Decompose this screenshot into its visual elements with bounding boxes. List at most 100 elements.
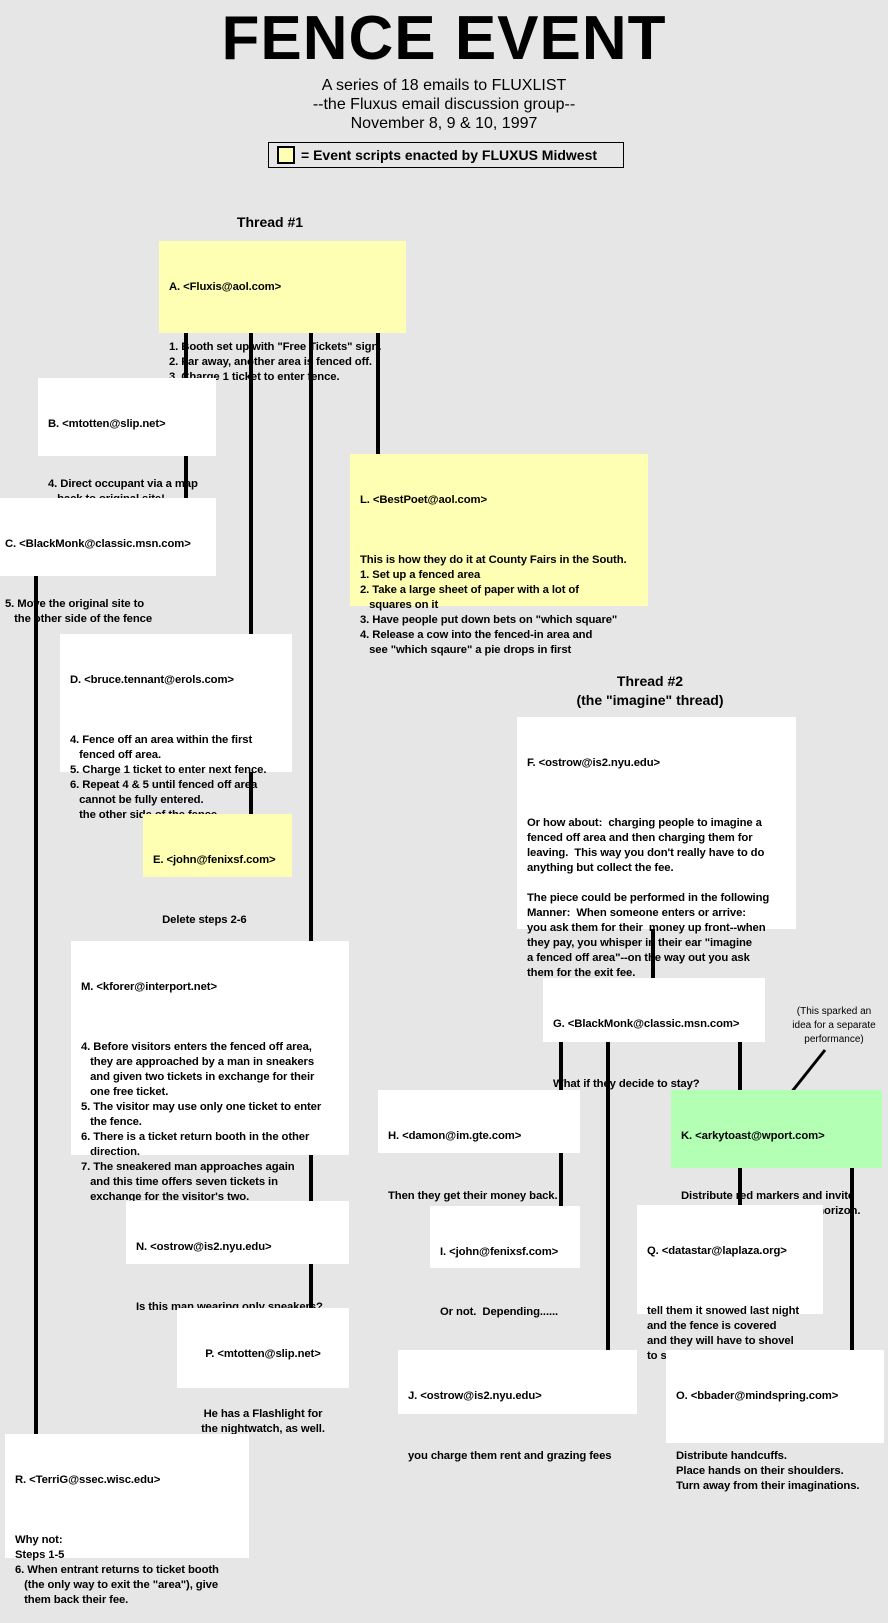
email-body-line: 6. There is a ticket return booth in the… — [81, 1131, 310, 1143]
thread-2-title: Thread #2 — [616, 673, 684, 689]
email-body-line: The piece could be performed in the foll… — [527, 892, 770, 904]
email-d: D. <bruce.tennant@erols.com> 4. Fence of… — [60, 634, 292, 821]
thread-2-heading: Thread #2 (the "imagine" thread) — [550, 672, 750, 710]
email-sender: K. <arkytoast@wport.com> — [681, 1130, 825, 1142]
email-body-line: 5. Move the original site to — [5, 598, 145, 610]
email-sender: M. <kforer@interport.net> — [81, 981, 217, 993]
email-h: H. <damon@im.gte.com> Then they get thei… — [378, 1090, 580, 1202]
email-body: This is how they do it at County Fairs i… — [360, 553, 638, 658]
email-body-line: 4. Fence off an area within the first — [70, 734, 253, 746]
thread-1-title: Thread #1 — [236, 214, 304, 230]
email-body-line: see "which sqaure" a pie drops in first — [360, 644, 572, 656]
email-sender: R. <TerriG@ssec.wisc.edu> — [15, 1474, 161, 1486]
email-body: 5. Move the original site to the other s… — [5, 597, 206, 627]
email-body: Or how about: charging people to imagine… — [527, 816, 786, 981]
subtitle-line: A series of 18 emails to FLUXLIST — [321, 77, 567, 94]
email-j: J. <ostrow@is2.nyu.edu> you charge them … — [398, 1350, 637, 1462]
legend-swatch — [277, 146, 295, 164]
email-sender: N. <ostrow@is2.nyu.edu> — [136, 1241, 272, 1253]
email-f: F. <ostrow@is2.nyu.edu> Or how about: ch… — [517, 717, 796, 979]
email-sender: I. <john@fenixsf.com> — [440, 1246, 559, 1258]
email-sender: F. <ostrow@is2.nyu.edu> — [527, 757, 661, 769]
email-p: P. <mtotten@slip.net> He has a Flashligh… — [177, 1308, 349, 1435]
annotation-note: (This sparked an idea for a separate per… — [784, 1005, 884, 1047]
note-line: performance) — [804, 1034, 864, 1045]
email-body-line: 7. The sneakered man approaches again — [81, 1161, 295, 1173]
email-r: R. <TerriG@ssec.wisc.edu> Why not: Steps … — [5, 1434, 249, 1606]
email-o: O. <bbader@mindspring.com> Distribute ha… — [666, 1350, 884, 1492]
email-i: I. <john@fenixsf.com> Or not. Depending.… — [430, 1206, 580, 1318]
connector-c-r — [34, 569, 38, 1439]
email-body-line: 1. Set up a fenced area — [360, 569, 481, 581]
email-body: Distribute handcuffs. Place hands on thei… — [676, 1449, 874, 1494]
email-sender: H. <damon@im.gte.com> — [388, 1130, 522, 1142]
email-sender: Q. <datastar@laplaza.org> — [647, 1245, 787, 1257]
email-body-line: Delete steps 2-6 — [153, 914, 247, 926]
email-body-line: the other side of the fence — [5, 613, 153, 625]
email-body-line: 3. Have people put down bets on "which s… — [360, 614, 618, 626]
page-title: FENCE EVENT — [221, 4, 667, 73]
email-body-line: 4. Release a cow into the fenced-in area… — [360, 629, 593, 641]
email-body-line: a fenced off area"--on the way out you a… — [527, 952, 750, 964]
subtitle-line: November 8, 9 & 10, 1997 — [350, 115, 538, 132]
email-k: K. <arkytoast@wport.com> Distribute red … — [671, 1090, 882, 1217]
email-body-line: 5. Charge 1 ticket to enter next fence. — [70, 764, 267, 776]
email-body-line: them back their fee. — [15, 1594, 129, 1606]
email-b: B. <mtotten@slip.net> 4. Direct occupant… — [38, 378, 216, 505]
email-body-line: and given two tickets in exchange for th… — [81, 1071, 315, 1083]
email-body: Why not: Steps 1-5 6. When entrant returns… — [15, 1533, 239, 1608]
email-body-line: Distribute handcuffs. — [676, 1450, 787, 1462]
email-q: Q. <datastar@laplaza.org> tell them it s… — [637, 1205, 823, 1362]
email-body: 4. Fence off an area within the first fe… — [70, 733, 282, 823]
email-body: 4. Before visitors enters the fenced off… — [81, 1040, 339, 1205]
email-g: G. <BlackMonk@classic.msn.com> What if t… — [543, 978, 765, 1090]
email-sender: L. <BestPoet@aol.com> — [360, 494, 487, 506]
email-body-line: you ask them for their money up front--w… — [527, 922, 766, 934]
email-sender: P. <mtotten@slip.net> — [205, 1348, 321, 1360]
email-sender: C. <BlackMonk@classic.msn.com> — [5, 538, 191, 550]
subtitle-line: --the Fluxus email discussion group-- — [312, 96, 576, 113]
email-body-line: (the only way to exit the "area"), give — [15, 1579, 219, 1591]
email-body: you charge them rent and grazing fees — [408, 1449, 627, 1464]
connector-a-m — [309, 326, 313, 946]
email-body-line: the fence. — [81, 1116, 142, 1128]
email-body-line: and the fence is covered — [647, 1320, 777, 1332]
subtitle: A series of 18 emails to FLUXLIST --the … — [0, 76, 888, 133]
email-body-line: direction. — [81, 1146, 140, 1158]
email-body-line: they are approached by a man in sneakers — [81, 1056, 315, 1068]
email-body-line: Why not: — [15, 1534, 63, 1546]
email-sender: O. <bbader@mindspring.com> — [676, 1390, 839, 1402]
email-n: N. <ostrow@is2.nyu.edu> Is this man wear… — [126, 1201, 349, 1313]
email-sender: D. <bruce.tennant@erols.com> — [70, 674, 234, 686]
email-body-line: Then they get their money back. — [388, 1190, 558, 1202]
email-l: L. <BestPoet@aol.com> This is how they d… — [350, 454, 648, 656]
email-body-line: Turn away from their imaginations. — [676, 1480, 860, 1492]
email-body-line: fenced off area and then charging them f… — [527, 832, 753, 844]
email-body-line: 4. Direct occupant via a map — [48, 478, 198, 490]
email-body-line: Or how about: charging people to imagine… — [527, 817, 762, 829]
email-body-line: squares on it — [360, 599, 439, 611]
email-body-line: Place hands on their shoulders. — [676, 1465, 844, 1477]
email-body-line: 4. Before visitors enters the fenced off… — [81, 1041, 312, 1053]
email-body-line: one free ticket. — [81, 1086, 169, 1098]
email-body: Then they get their money back. — [388, 1189, 570, 1204]
email-sender: E. <john@fenixsf.com> — [153, 854, 276, 866]
email-body-line: Manner: When someone enters or arrive: — [527, 907, 746, 919]
email-body-line: Distribute red markers and invite — [681, 1190, 855, 1202]
email-sender: A. <Fluxis@aol.com> — [169, 281, 282, 293]
note-line: (This sparked an — [796, 1006, 872, 1017]
note-pointer-line — [788, 1049, 827, 1095]
email-body-line: 2. Take a large sheet of paper with a lo… — [360, 584, 579, 596]
email-e: E. <john@fenixsf.com> Delete steps 2-6 — [143, 814, 292, 926]
email-body: He has a Flashlight for the nightwatch, a… — [187, 1407, 339, 1437]
email-c: C. <BlackMonk@classic.msn.com> 5. Move t… — [0, 498, 216, 625]
email-body-line: cannot be fully entered. — [70, 794, 204, 806]
email-body-line: 2. Far away, another area is fenced off. — [169, 356, 372, 368]
note-line: idea for a separate — [792, 1020, 876, 1031]
email-body-line: and they will have to shovel — [647, 1335, 794, 1347]
thread-2-subtitle: (the "imagine" thread) — [576, 692, 724, 708]
email-body-line: and this time offers seven tickets in — [81, 1176, 278, 1188]
email-body-line: He has a Flashlight for — [203, 1408, 323, 1420]
email-sender: B. <mtotten@slip.net> — [48, 418, 166, 430]
email-body-line: tell them it snowed last night — [647, 1305, 800, 1317]
